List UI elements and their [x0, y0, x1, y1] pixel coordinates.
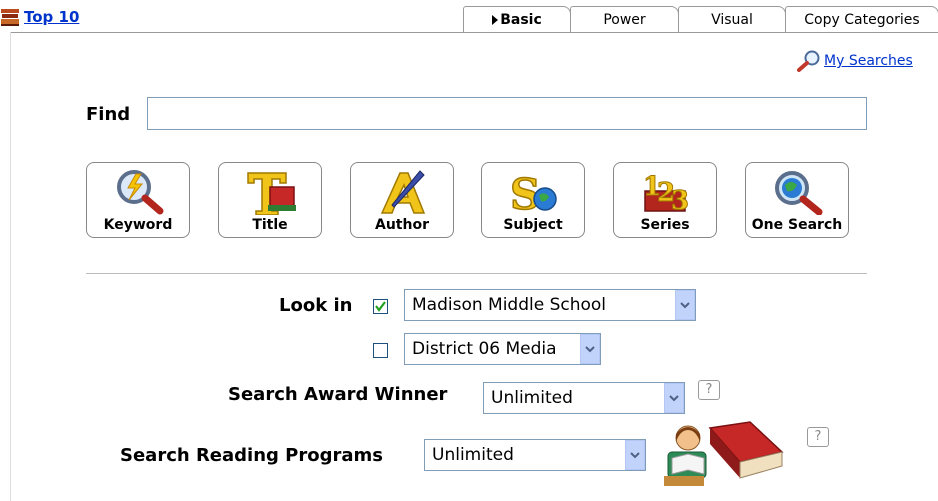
author-quill-icon — [380, 170, 426, 214]
tab-label: Power — [603, 12, 646, 28]
reading-select[interactable]: Unlimited — [424, 439, 646, 471]
subject-search-button[interactable]: S Subject — [481, 162, 585, 238]
chevron-down-icon — [664, 383, 684, 413]
tab-label: Basic — [500, 12, 542, 28]
keyword-magnifier-icon — [117, 170, 164, 215]
select-value: Unlimited — [432, 445, 514, 465]
subject-icon: S — [509, 169, 557, 215]
select-value: Unlimited — [491, 388, 573, 408]
tab-visual[interactable]: Visual — [678, 6, 786, 33]
tab-divider — [10, 32, 938, 33]
checkmark-icon — [375, 301, 386, 312]
chevron-down-icon — [625, 440, 645, 470]
title-search-button[interactable]: Title — [218, 162, 322, 238]
one-search-button[interactable]: One Search — [745, 162, 849, 238]
tab-label: Copy Categories — [804, 12, 920, 28]
tab-basic[interactable]: Basic — [463, 6, 571, 33]
section-divider — [86, 273, 867, 274]
books-icon — [1, 9, 19, 26]
keyword-search-button[interactable]: Keyword — [86, 162, 190, 238]
svg-text:3: 3 — [671, 186, 689, 215]
reading-label: Search Reading Programs — [120, 445, 383, 466]
select-value: District 06 Media — [412, 339, 557, 359]
my-searches: My Searches — [796, 50, 913, 72]
button-label: Title — [252, 217, 288, 233]
magnifier-icon — [797, 50, 820, 72]
reading-help-icon[interactable]: ? — [807, 427, 829, 447]
award-help-icon[interactable]: ? — [698, 380, 720, 400]
title-book-icon — [247, 172, 296, 215]
my-searches-link[interactable]: My Searches — [824, 53, 913, 69]
author-search-button[interactable]: Author — [350, 162, 454, 238]
tab-power[interactable]: Power — [570, 6, 679, 33]
look-in-label: Look in — [279, 295, 353, 316]
globe-magnifier-icon — [775, 171, 823, 215]
chevron-down-icon — [675, 290, 695, 320]
find-input[interactable] — [147, 97, 867, 130]
find-label: Find — [86, 104, 131, 125]
tab-copy-categories[interactable]: Copy Categories — [785, 6, 938, 33]
award-label: Search Award Winner — [228, 384, 448, 405]
tab-active-arrow-icon — [492, 15, 499, 25]
reading-child-book-icon — [664, 421, 784, 486]
look-in-select-district[interactable]: District 06 Media — [404, 333, 601, 365]
search-mode-tabs: Basic Power Visual Copy Categories — [463, 6, 938, 33]
series-123-icon: 1 2 3 — [643, 172, 690, 216]
look-in-checkbox-madison[interactable] — [373, 299, 388, 314]
chevron-down-icon — [580, 334, 600, 364]
panel-left-border — [10, 32, 11, 501]
button-label: Keyword — [103, 217, 173, 233]
award-select[interactable]: Unlimited — [483, 382, 685, 414]
button-label: Subject — [503, 217, 563, 233]
series-search-button[interactable]: 1 2 3 Series — [613, 162, 717, 238]
tab-label: Visual — [711, 12, 753, 28]
top10-link[interactable]: Top 10 — [24, 8, 79, 26]
top10-link-container: Top 10 — [0, 6, 79, 28]
button-label: Author — [375, 217, 429, 233]
select-value: Madison Middle School — [412, 295, 607, 315]
look-in-checkbox-district[interactable] — [373, 343, 388, 358]
button-label: Series — [640, 217, 690, 233]
button-label: One Search — [751, 217, 843, 233]
look-in-select-madison[interactable]: Madison Middle School — [404, 289, 696, 321]
